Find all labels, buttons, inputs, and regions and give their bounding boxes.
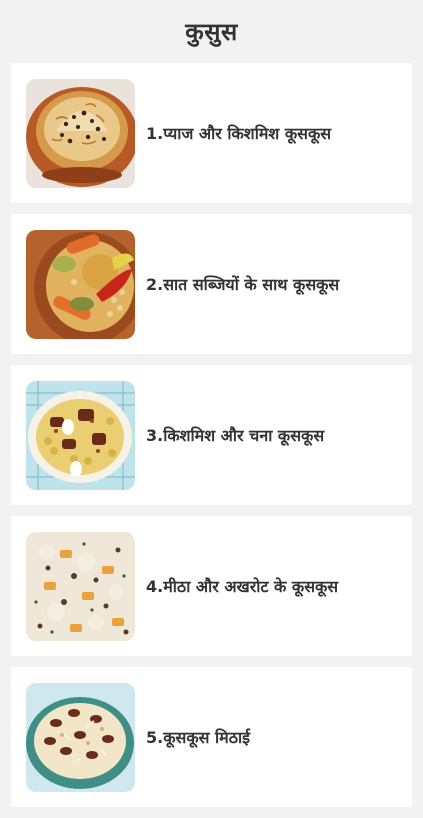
recipe-card[interactable]: 3.किशमिश और चना कूसकूस: [11, 365, 412, 505]
recipe-title: 4.मीठा और अखरोट के कूसकूस: [146, 577, 339, 596]
couscous-dessert-image: [26, 682, 135, 792]
recipe-thumbnail: [26, 380, 135, 490]
recipe-card[interactable]: 1.प्याज और किशमिश कूसकूस: [11, 63, 412, 203]
recipe-card[interactable]: 2.सात सब्जियों के साथ कूसकूस: [11, 214, 412, 354]
recipe-title: 3.किशमिश और चना कूसकूस: [146, 426, 325, 445]
recipe-title: 5.कूसकूस मिठाई: [146, 728, 250, 747]
recipe-title: 1.प्याज और किशमिश कूसकूस: [146, 124, 332, 143]
app-header: कुसुस: [0, 0, 423, 63]
recipe-list: 1.प्याज और किशमिश कूसकूस 2.सात सब्जियों …: [11, 63, 412, 818]
recipe-thumbnail: [26, 531, 135, 641]
recipe-card[interactable]: 4.मीठा और अखरोट के कूसकूस: [11, 516, 412, 656]
page-title: कुसुस: [185, 18, 238, 46]
recipe-thumbnail: [26, 682, 135, 792]
recipe-title: 2.सात सब्जियों के साथ कूसकूस: [146, 275, 340, 294]
couscous-sweet-walnut-image: [26, 531, 135, 641]
recipe-thumbnail: [26, 229, 135, 339]
couscous-onion-raisin-image: [26, 78, 135, 188]
couscous-raisin-chickpea-image: [26, 380, 135, 490]
recipe-card[interactable]: 5.कूसकूस मिठाई: [11, 667, 412, 807]
recipe-thumbnail: [26, 78, 135, 188]
couscous-seven-vegetables-image: [26, 229, 135, 339]
